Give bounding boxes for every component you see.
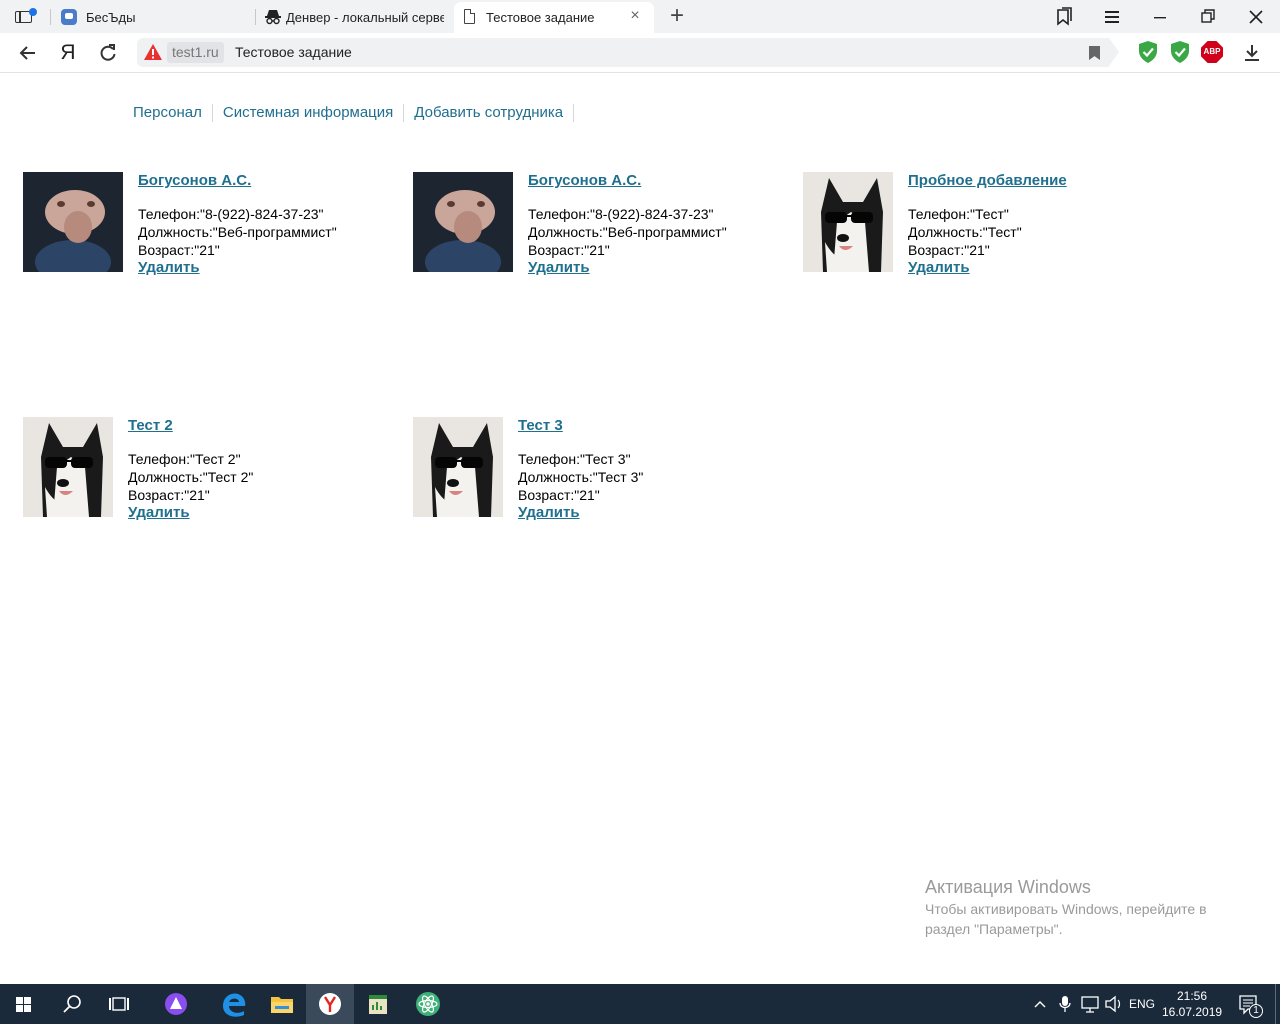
yandex-logo-icon[interactable]: Я — [55, 40, 81, 66]
employee-name-link[interactable]: Пробное добавление — [908, 172, 1178, 190]
delete-employee-link[interactable]: Удалить — [528, 259, 788, 277]
show-desktop-button[interactable] — [1275, 984, 1276, 1024]
employee-info: Богусонов А.С. Телефон:"8-(922)-824-37-2… — [528, 172, 788, 277]
system-clock[interactable]: 21:56 16.07.2019 — [1162, 988, 1222, 1020]
new-tab-icon[interactable]: + — [664, 4, 690, 30]
clock-time: 21:56 — [1176, 989, 1208, 1003]
delete-employee-link[interactable]: Удалить — [908, 259, 1178, 277]
tab-title: Денвер - локальный серве — [286, 10, 444, 25]
employee-info: Богусонов А.С. Телефон:"8-(922)-824-37-2… — [138, 172, 398, 277]
document-icon — [464, 9, 475, 24]
delete-employee-link[interactable]: Удалить — [518, 504, 788, 522]
close-tab-icon[interactable]: × — [628, 8, 642, 24]
tab-denwer[interactable]: Денвер - локальный серве — [256, 2, 452, 33]
employee-position: Должность:"Тест 3" — [518, 469, 644, 485]
language-indicator[interactable]: ENG — [1128, 984, 1156, 1024]
watermark-subtitle: Чтобы активировать Windows, перейдите в … — [925, 901, 1207, 937]
delete-employee-link[interactable]: Удалить — [128, 504, 398, 522]
restore-icon[interactable] — [1195, 5, 1221, 29]
volume-icon[interactable] — [1102, 984, 1124, 1024]
bookmarks-icon[interactable] — [1051, 5, 1077, 29]
employee-age: Возраст:"21" — [518, 487, 600, 503]
main-menu: Персонал Системная информация Добавить с… — [123, 104, 575, 122]
employee-age: Возраст:"21" — [128, 487, 210, 503]
insecure-warning-icon[interactable] — [143, 43, 163, 61]
shield-check-icon[interactable] — [1137, 40, 1159, 64]
tab-besedy[interactable]: БесЪды — [52, 2, 256, 33]
portrait-photo — [23, 172, 123, 272]
employee-position: Должность:"Тест 2" — [128, 469, 254, 485]
address-bar[interactable]: test1.ru Тестовое задание — [137, 38, 1119, 67]
back-arrow-icon[interactable] — [15, 40, 41, 66]
delete-employee-link[interactable]: Удалить — [138, 259, 398, 277]
denwer-icon — [265, 10, 281, 25]
activation-watermark: Активация Windows Чтобы активировать Win… — [925, 877, 1245, 939]
address-page-title[interactable]: Тестовое задание — [235, 43, 352, 62]
employee-info: Тест 3 Телефон:"Тест 3" Должность:"Тест … — [518, 417, 788, 522]
menu-add-employee-link[interactable]: Добавить сотрудника — [404, 104, 575, 122]
employee-phone: Телефон:"8-(922)-824-37-23" — [138, 206, 324, 222]
portrait-photo — [413, 172, 513, 272]
husky-photo — [803, 172, 893, 272]
download-icon[interactable] — [1239, 40, 1265, 66]
tab-manager-icon[interactable] — [12, 7, 38, 27]
adblock-icon[interactable]: ABP — [1201, 41, 1223, 63]
menu-icon[interactable] — [1099, 5, 1125, 29]
close-window-icon[interactable] — [1243, 5, 1269, 29]
employee-phone: Телефон:"8-(922)-824-37-23" — [528, 206, 714, 222]
browser-navbar: Я test1.ru Тестовое задание ABP — [0, 33, 1280, 73]
browser-tabstrip: БесЪды Денвер - локальный серве Тестовое… — [0, 0, 1280, 33]
tab-title: Тестовое задание — [486, 10, 595, 25]
show-hidden-icons-icon[interactable] — [1030, 984, 1050, 1024]
employee-info: Тест 2 Телефон:"Тест 2" Должность:"Тест … — [128, 417, 398, 522]
notifications-icon[interactable]: 1 — [1236, 984, 1263, 1024]
minimize-icon[interactable] — [1147, 5, 1173, 29]
yandex-browser-icon[interactable] — [306, 984, 354, 1024]
chat-icon — [61, 9, 77, 25]
employee-position: Должность:"Веб-программист" — [528, 224, 727, 240]
shield-check-icon[interactable] — [1169, 40, 1191, 64]
search-icon[interactable] — [48, 984, 96, 1024]
employee-phone: Телефон:"Тест 3" — [518, 451, 631, 467]
network-icon[interactable] — [1078, 984, 1102, 1024]
menu-staff-link[interactable]: Персонал — [123, 104, 213, 122]
start-icon[interactable] — [0, 984, 48, 1024]
husky-photo — [23, 417, 113, 517]
employee-age: Возраст:"21" — [908, 242, 990, 258]
notification-count: 1 — [1249, 1004, 1263, 1018]
spreadsheet-app-icon[interactable] — [354, 984, 402, 1024]
page-content: Персонал Системная информация Добавить с… — [0, 74, 1280, 984]
employee-info: Пробное добавление Телефон:"Тест" Должно… — [908, 172, 1178, 277]
clock-date: 16.07.2019 — [1162, 1005, 1223, 1019]
employee-name-link[interactable]: Богусонов А.С. — [528, 172, 788, 190]
microphone-icon[interactable] — [1055, 984, 1075, 1024]
alice-icon[interactable] — [152, 984, 200, 1024]
employee-position: Должность:"Веб-программист" — [138, 224, 337, 240]
tab-separator — [50, 9, 51, 25]
address-domain[interactable]: test1.ru — [167, 42, 224, 63]
task-view-icon[interactable] — [96, 984, 144, 1024]
husky-photo — [413, 417, 503, 517]
windows-taskbar: ENG 21:56 16.07.2019 1 — [0, 984, 1280, 1024]
tab-test-task[interactable]: Тестовое задание — [454, 2, 654, 33]
watermark-title: Активация Windows — [925, 877, 1091, 897]
employee-name-link[interactable]: Тест 2 — [128, 417, 398, 435]
employee-age: Возраст:"21" — [138, 242, 220, 258]
employee-phone: Телефон:"Тест 2" — [128, 451, 241, 467]
employee-name-link[interactable]: Тест 3 — [518, 417, 788, 435]
employee-age: Возраст:"21" — [528, 242, 610, 258]
bookmark-icon[interactable] — [1089, 46, 1100, 60]
employee-position: Должность:"Тест" — [908, 224, 1022, 240]
atom-editor-icon[interactable] — [404, 984, 452, 1024]
menu-system-info-link[interactable]: Системная информация — [213, 104, 405, 122]
employee-phone: Телефон:"Тест" — [908, 206, 1009, 222]
employee-name-link[interactable]: Богусонов А.С. — [138, 172, 398, 190]
tab-title: БесЪды — [86, 10, 136, 25]
file-explorer-icon[interactable] — [258, 984, 306, 1024]
edge-icon[interactable] — [210, 984, 258, 1024]
reload-icon[interactable] — [95, 40, 121, 66]
